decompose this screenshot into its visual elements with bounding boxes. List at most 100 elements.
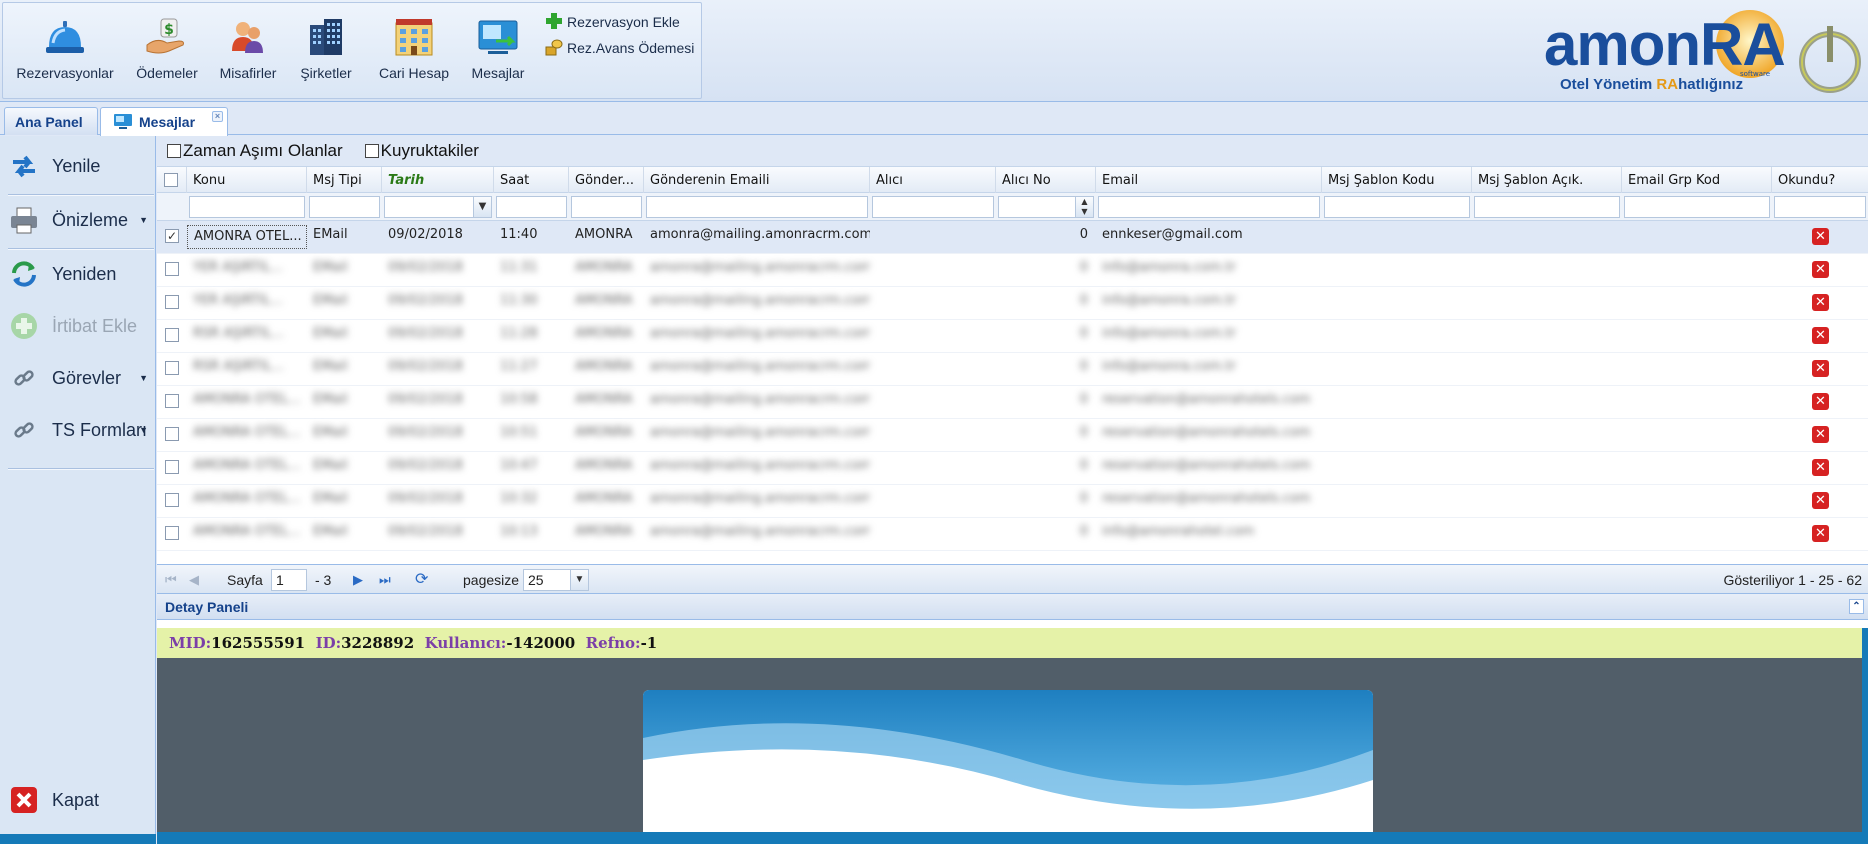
chevron-down-icon[interactable]: ▼ [473,197,491,217]
checkbox[interactable] [167,144,181,158]
template-desc-filter-input[interactable] [1474,196,1620,218]
tarih-filter-input[interactable]: ▼ [384,196,492,218]
table-row[interactable]: AMONRA OTEL... EMail 09/02/2018 10:58 AMONRA… [157,386,1868,419]
alici-filter-input[interactable] [872,196,994,218]
resend-button[interactable]: Yeniden [8,254,154,294]
column-header-saat[interactable]: Saat [494,167,569,194]
row-checkbox[interactable] [165,361,179,375]
column-header-gonderen[interactable]: Gönder... [569,167,644,194]
cell-saat: 10:32 [500,491,538,506]
power-icon[interactable] [1794,22,1866,94]
row-checkbox[interactable] [165,394,179,408]
refresh-icon[interactable]: ⟳ [415,570,428,590]
ribbon-button-companies[interactable]: Şirketler [295,15,357,87]
previous-page-icon[interactable]: ◀ [189,570,199,590]
table-row[interactable]: YER AŞIRTIL... EMail 09/02/2018 11:31 AMONRA… [157,254,1868,287]
cell-alici-no: 0 [1079,326,1088,341]
row-checkbox[interactable] [165,493,179,507]
column-header-email-group[interactable]: Email Grp Kod [1622,167,1772,194]
cell-tip: EMail [313,293,348,308]
preview-button[interactable]: Önizleme ▼ [8,200,154,240]
queue-filter-checkbox[interactable]: Kuyruktakiler [364,141,479,161]
column-header-template-code[interactable]: Msj Şablon Kodu [1322,167,1472,194]
next-page-icon[interactable]: ▶ [353,570,363,590]
table-row[interactable]: AMONRA OTEL... EMail 09/02/2018 10:47 AMONRA… [157,452,1868,485]
add-contact-button[interactable]: İrtibat Ekle [8,306,154,346]
add-reservation-button[interactable]: Rezervasyon Ekle [545,11,680,33]
collapse-up-icon[interactable]: ⌃ [1849,599,1864,614]
cell-alici [870,254,996,287]
cell-tarih: 09/02/2018 [388,227,463,242]
preview-label: Önizleme [52,209,129,230]
tab-ana-panel[interactable]: Ana Panel [4,107,98,135]
row-checkbox[interactable] [165,526,179,540]
table-row[interactable]: RSR AŞIRTIL... EMail 09/02/2018 11:27 AMONRA… [157,353,1868,386]
table-row[interactable]: AMONRA OTEL... EMail 09/02/2018 10:51 AMONRA… [157,419,1868,452]
reservation-advance-payment-button[interactable]: Rez.Avans Ödemesi [545,37,694,59]
tasks-button[interactable]: Görevler ▼ [8,358,154,398]
cell-gonderen: AMONRA [575,359,633,374]
ribbon-button-reservations[interactable]: Rezervasyonlar [13,15,117,87]
row-checkbox[interactable]: ✓ [165,229,179,243]
select-all-cell[interactable] [157,167,187,194]
tab-close-icon[interactable]: × [212,111,223,122]
alici-no-filter-input[interactable]: ▲ ▼ [998,196,1094,218]
table-row[interactable]: ✓ AMONRA OTEL... EMail 09/02/2018 11:40 AMONR… [157,221,1868,254]
column-header-konu[interactable]: Konu [187,167,307,194]
tab-mesajlar[interactable]: Mesajlar × [100,107,228,136]
column-header-alici[interactable]: Alıcı [870,167,996,194]
close-button[interactable]: Kapat [8,780,154,820]
column-header-read[interactable]: Okundu? [1772,167,1868,194]
column-header-email[interactable]: Email [1096,167,1322,194]
number-spinner-icon[interactable]: ▲ ▼ [1075,197,1093,217]
last-page-icon[interactable]: ⏭ [379,570,391,590]
konu-filter-input[interactable] [189,196,305,218]
cell-konu: RSR AŞIRTIL... [193,326,284,341]
ribbon-button-current-account[interactable]: Cari Hesap [373,15,455,87]
row-checkbox[interactable] [165,460,179,474]
cell-tip: EMail [313,491,348,506]
table-row[interactable]: YER AŞIRTIL... EMail 09/02/2018 11:30 AMONRA… [157,287,1868,320]
pagesize-select[interactable]: 25 ▼ [523,569,589,591]
table-row[interactable]: AMONRA OTEL... EMail 09/02/2018 10:13 AMONRA… [157,518,1868,551]
timeout-filter-checkbox[interactable]: Zaman Aşımı Olanlar [167,141,343,161]
saat-filter-input[interactable] [496,196,567,218]
row-checkbox[interactable] [165,328,179,342]
first-page-icon[interactable]: ⏮ [165,570,177,590]
ribbon-button-payments[interactable]: $ Ödemeler [127,15,207,87]
add-contact-icon [8,310,40,342]
logo-software-label: software [1740,70,1771,78]
column-header-gonderen-email[interactable]: Gönderenin Emaili [644,167,870,194]
page-number-input[interactable]: 1 [271,569,307,591]
column-header-tarih[interactable]: Tarih [382,167,494,194]
chevron-down-icon[interactable]: ▼ [570,570,588,590]
grid-filter-row: ▼ ▲ ▼ [157,193,1868,221]
table-row[interactable]: AMONRA OTEL... EMail 09/02/2018 10:32 AMONRA… [157,485,1868,518]
select-all-checkbox[interactable] [164,173,178,187]
ts-forms-button[interactable]: TS Formları ▼ [8,410,154,450]
row-checkbox[interactable] [165,427,179,441]
gonderen-filter-input[interactable] [571,196,642,218]
row-checkbox[interactable] [165,295,179,309]
cell-alici-no: 0 [1079,359,1088,374]
cell-alici-no: 0 [1079,524,1088,539]
email-filter-input[interactable] [1098,196,1320,218]
cell-konu: AMONRA OTEL... [187,225,307,249]
ribbon-button-guests[interactable]: Misafirler [215,15,281,87]
checkbox[interactable] [364,144,379,158]
column-header-msj-tipi[interactable]: Msj Tipi [307,167,382,194]
gonderen-email-filter-input[interactable] [646,196,868,218]
ribbon-button-messages[interactable]: Mesajlar [465,15,531,87]
read-filter-input[interactable] [1774,196,1866,218]
column-header-template-desc[interactable]: Msj Şablon Açık. [1472,167,1622,194]
email-group-filter-input[interactable] [1624,196,1770,218]
column-header-alici-no[interactable]: Alıcı No [996,167,1096,194]
row-checkbox[interactable] [165,262,179,276]
template-code-filter-input[interactable] [1324,196,1470,218]
msj-tipi-filter-input[interactable] [309,196,380,218]
refresh-button[interactable]: Yenile [8,146,154,186]
cell-tarih: 09/02/2018 [388,293,463,308]
table-row[interactable]: RSR AŞIRTIL... EMail 09/02/2018 11:28 AMONRA… [157,320,1868,353]
refno-key: Refno: [585,634,641,652]
unread-x-icon: ✕ [1812,426,1829,443]
